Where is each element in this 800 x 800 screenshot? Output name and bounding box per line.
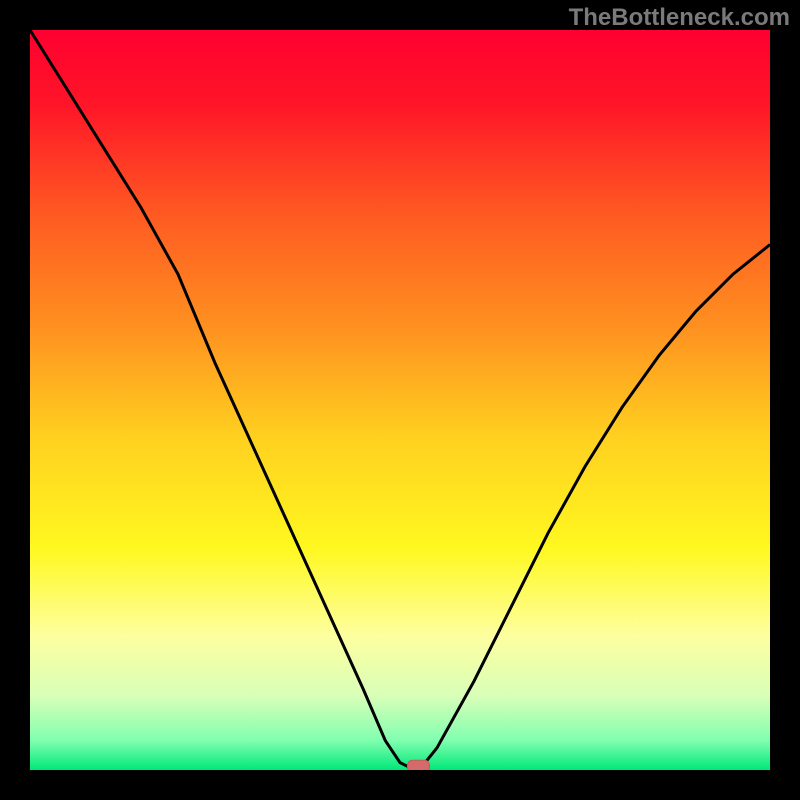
plot-area	[30, 30, 770, 770]
chart-frame: TheBottleneck.com	[0, 0, 800, 800]
optimal-marker	[408, 760, 430, 770]
gradient-background	[30, 30, 770, 770]
chart-svg	[30, 30, 770, 770]
watermark-text: TheBottleneck.com	[569, 4, 790, 32]
